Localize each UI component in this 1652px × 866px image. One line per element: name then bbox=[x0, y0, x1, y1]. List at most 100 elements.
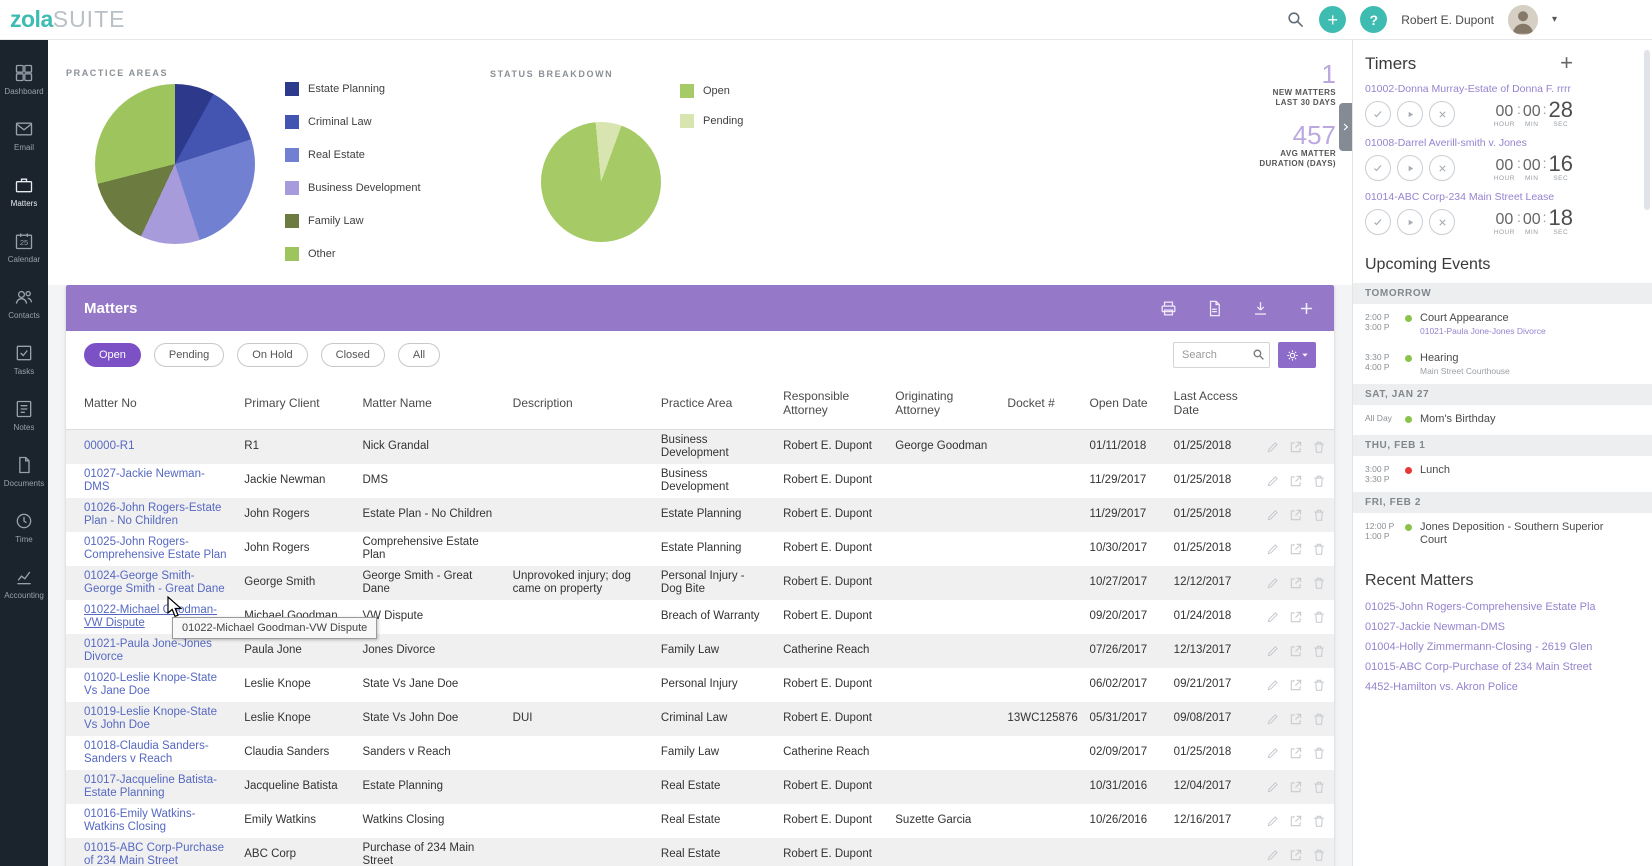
print-icon[interactable] bbox=[1159, 299, 1178, 318]
timer-matter-link[interactable]: 01008-Darrel Averill-smith v. Jones bbox=[1365, 137, 1573, 149]
edit-pencil-icon[interactable] bbox=[1266, 814, 1280, 828]
quick-add-button[interactable]: + bbox=[1319, 6, 1347, 33]
timer-cancel-x-icon[interactable] bbox=[1429, 101, 1455, 127]
recent-matter-link[interactable]: 01004-Holly Zimmermann-Closing - 2619 Gl… bbox=[1353, 637, 1652, 657]
col-matter-no[interactable]: Matter No bbox=[66, 379, 237, 430]
event-item[interactable]: 12:00 P 1:00 P Jones Deposition - Southe… bbox=[1353, 513, 1652, 556]
edit-pencil-icon[interactable] bbox=[1266, 678, 1280, 692]
col-originating-attorney[interactable]: Originating Attorney bbox=[887, 379, 1000, 430]
help-button[interactable]: ? bbox=[1360, 6, 1388, 33]
edit-pencil-icon[interactable] bbox=[1266, 746, 1280, 760]
delete-trash-icon[interactable] bbox=[1312, 474, 1326, 488]
timer-play-icon[interactable] bbox=[1397, 101, 1423, 127]
col-practice-area[interactable]: Practice Area bbox=[652, 379, 776, 430]
sidebar-item-tasks[interactable]: Tasks bbox=[0, 332, 48, 388]
open-external-icon[interactable] bbox=[1289, 644, 1303, 658]
delete-trash-icon[interactable] bbox=[1312, 712, 1326, 726]
sidebar-item-time[interactable]: Time bbox=[0, 500, 48, 556]
matter-link[interactable]: 01021-Paula Jone-Jones Divorce bbox=[84, 638, 212, 663]
event-item[interactable]: 2:00 P 3:00 P Court Appearance 01021-Pau… bbox=[1353, 304, 1652, 344]
timer-play-icon[interactable] bbox=[1397, 155, 1423, 181]
sidebar-item-email[interactable]: Email bbox=[0, 108, 48, 164]
matter-link[interactable]: 01025-John Rogers-Comprehensive Estate P… bbox=[84, 536, 227, 561]
recent-matter-link[interactable]: 01015-ABC Corp-Purchase of 234 Main Stre… bbox=[1353, 657, 1652, 677]
open-external-icon[interactable] bbox=[1289, 542, 1303, 556]
sidebar-item-accounting[interactable]: Accounting bbox=[0, 556, 48, 612]
brand-logo[interactable]: zolaSUITE bbox=[10, 8, 125, 31]
edit-pencil-icon[interactable] bbox=[1266, 576, 1280, 590]
matter-link[interactable]: 01027-Jackie Newman-DMS bbox=[84, 468, 205, 493]
open-external-icon[interactable] bbox=[1289, 440, 1303, 454]
search-icon[interactable] bbox=[1286, 10, 1305, 29]
sidebar-item-dashboard[interactable]: Dashboard bbox=[0, 52, 48, 108]
col-matter-name[interactable]: Matter Name bbox=[354, 379, 505, 430]
edit-pencil-icon[interactable] bbox=[1266, 542, 1280, 556]
delete-trash-icon[interactable] bbox=[1312, 542, 1326, 556]
open-external-icon[interactable] bbox=[1289, 780, 1303, 794]
matter-link[interactable]: 01026-John Rogers-Estate Plan - No Child… bbox=[84, 502, 221, 527]
sidebar-item-matters[interactable]: Matters bbox=[0, 164, 48, 220]
timer-cancel-x-icon[interactable] bbox=[1429, 155, 1455, 181]
timer-play-icon[interactable] bbox=[1397, 209, 1423, 235]
delete-trash-icon[interactable] bbox=[1312, 440, 1326, 454]
edit-pencil-icon[interactable] bbox=[1266, 848, 1280, 862]
matter-link[interactable]: 01016-Emily Watkins-Watkins Closing bbox=[84, 808, 195, 833]
event-item[interactable]: All Day Mom's Birthday bbox=[1353, 405, 1652, 435]
col-open-date[interactable]: Open Date bbox=[1081, 379, 1166, 430]
sidebar-item-contacts[interactable]: Contacts bbox=[0, 276, 48, 332]
filter-pill[interactable]: All bbox=[397, 343, 441, 367]
event-item[interactable]: 3:30 P 4:00 P Hearing Main Street Courth… bbox=[1353, 344, 1652, 384]
matter-link[interactable]: 01024-George Smith-George Smith - Great … bbox=[84, 570, 225, 595]
edit-pencil-icon[interactable] bbox=[1266, 474, 1280, 488]
timer-cancel-x-icon[interactable] bbox=[1429, 209, 1455, 235]
filter-pill[interactable]: Open bbox=[84, 343, 141, 367]
panel-scrollbar[interactable] bbox=[1644, 50, 1650, 210]
event-item[interactable]: 3:00 P 3:30 P Lunch bbox=[1353, 456, 1652, 492]
export-pdf-icon[interactable] bbox=[1205, 299, 1224, 318]
edit-pencil-icon[interactable] bbox=[1266, 508, 1280, 522]
open-external-icon[interactable] bbox=[1289, 746, 1303, 760]
edit-pencil-icon[interactable] bbox=[1266, 780, 1280, 794]
sidebar-item-calendar[interactable]: 25 Calendar bbox=[0, 220, 48, 276]
edit-pencil-icon[interactable] bbox=[1266, 644, 1280, 658]
recent-matter-link[interactable]: 01027-Jackie Newman-DMS bbox=[1353, 617, 1652, 637]
edit-pencil-icon[interactable] bbox=[1266, 712, 1280, 726]
recent-matter-link[interactable]: 4452-Hamilton vs. Akron Police bbox=[1353, 677, 1652, 697]
matter-link[interactable]: 01017-Jacqueline Batista-Estate Planning bbox=[84, 774, 217, 799]
col-docket[interactable]: Docket # bbox=[999, 379, 1082, 430]
recent-matter-link[interactable]: 01025-John Rogers-Comprehensive Estate P… bbox=[1353, 597, 1652, 617]
open-external-icon[interactable] bbox=[1289, 610, 1303, 624]
col-last-access-date[interactable]: Last Access Date bbox=[1165, 379, 1250, 430]
download-icon[interactable] bbox=[1251, 299, 1270, 318]
delete-trash-icon[interactable] bbox=[1312, 848, 1326, 862]
sidebar-item-notes[interactable]: Notes bbox=[0, 388, 48, 444]
filter-pill[interactable]: On Hold bbox=[237, 343, 308, 367]
panel-collapse-chevron-right-icon[interactable] bbox=[1339, 103, 1352, 151]
timer-matter-link[interactable]: 01014-ABC Corp-234 Main Street Lease bbox=[1365, 191, 1573, 203]
filter-pill[interactable]: Pending bbox=[153, 343, 225, 367]
filter-pill[interactable]: Closed bbox=[320, 343, 385, 367]
open-external-icon[interactable] bbox=[1289, 712, 1303, 726]
col-primary-client[interactable]: Primary Client bbox=[236, 379, 355, 430]
open-external-icon[interactable] bbox=[1289, 508, 1303, 522]
add-matter-icon[interactable] bbox=[1297, 299, 1316, 318]
avatar[interactable] bbox=[1507, 4, 1538, 35]
timer-complete-check-icon[interactable] bbox=[1365, 209, 1391, 235]
delete-trash-icon[interactable] bbox=[1312, 644, 1326, 658]
edit-pencil-icon[interactable] bbox=[1266, 610, 1280, 624]
sidebar-item-documents[interactable]: Documents bbox=[0, 444, 48, 500]
delete-trash-icon[interactable] bbox=[1312, 746, 1326, 760]
open-external-icon[interactable] bbox=[1289, 474, 1303, 488]
delete-trash-icon[interactable] bbox=[1312, 814, 1326, 828]
timer-complete-check-icon[interactable] bbox=[1365, 155, 1391, 181]
timer-complete-check-icon[interactable] bbox=[1365, 101, 1391, 127]
edit-pencil-icon[interactable] bbox=[1266, 440, 1280, 454]
matter-link[interactable]: 01019-Leslie Knope-State Vs John Doe bbox=[84, 706, 217, 731]
matter-link[interactable]: 01020-Leslie Knope-State Vs Jane Doe bbox=[84, 672, 217, 697]
delete-trash-icon[interactable] bbox=[1312, 508, 1326, 522]
col-responsible-attorney[interactable]: Responsible Attorney bbox=[775, 379, 888, 430]
open-external-icon[interactable] bbox=[1289, 848, 1303, 862]
delete-trash-icon[interactable] bbox=[1312, 780, 1326, 794]
user-menu-chevron-down-icon[interactable]: ▾ bbox=[1552, 14, 1557, 25]
delete-trash-icon[interactable] bbox=[1312, 678, 1326, 692]
